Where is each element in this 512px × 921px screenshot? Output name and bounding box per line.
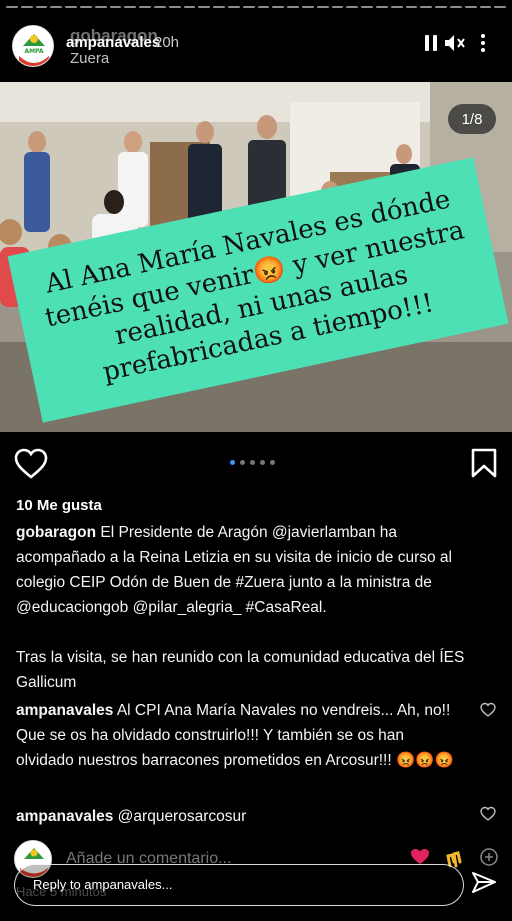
add-emoji-icon[interactable] [480,848,498,871]
comment-like-icon[interactable] [480,806,496,822]
send-icon[interactable] [470,870,498,898]
heart-icon[interactable] [14,448,48,480]
carousel-dot [270,460,275,465]
story-username[interactable]: ampanavales [66,34,160,51]
progress-segment [35,6,48,8]
post-actions [0,446,512,482]
progress-segment [316,6,329,8]
progress-segment [405,6,418,8]
caption-text-2: Tras la visita, se han reunido con la co… [16,649,465,691]
image-counter-badge: 1/8 [448,104,496,134]
comment-item: ampanavales @arquerosarcosur [16,804,456,829]
comment-text: @arquerosarcosur [113,808,247,825]
progress-segment [94,6,107,8]
post-caption: gobaragon El Presidente de Aragón @javie… [16,520,486,695]
progress-segment [301,6,314,8]
progress-segment [20,6,33,8]
more-options-icon[interactable] [472,32,494,54]
progress-segment [109,6,122,8]
ampa-logo-icon: AMPA [13,26,53,66]
progress-segment [479,6,492,8]
carousel-dots [230,460,275,465]
progress-segment [287,6,299,8]
progress-segment [124,6,137,8]
progress-segment [390,6,403,8]
mute-icon[interactable] [444,32,466,54]
ghost-location: Zuera [70,50,110,67]
progress-segment [346,6,359,8]
comment-username[interactable]: ampanavales [16,808,113,825]
like-count[interactable]: 10 Me gusta [16,497,102,514]
progress-segment [153,6,166,8]
progress-segment [50,6,63,8]
progress-segment [375,6,388,8]
progress-segment [361,6,373,8]
progress-segment [168,6,181,8]
progress-segment [6,6,18,8]
progress-segment [139,6,151,8]
progress-segment [272,6,285,8]
progress-segment [79,6,92,8]
caption-username[interactable]: gobaragon [16,524,96,541]
progress-segment [227,6,240,8]
progress-segment [183,6,196,8]
progress-segment [65,6,77,8]
svg-text:AMPA: AMPA [24,48,43,55]
story-time: 20h [154,34,180,51]
progress-segment [435,6,447,8]
reply-placeholder: Reply to ampanavales... [33,877,173,892]
progress-segment [257,6,270,8]
reply-input[interactable]: Reply to ampanavales... [14,864,464,906]
comment-like-icon[interactable] [480,702,496,718]
story-avatar[interactable]: AMPA [12,25,54,67]
progress-segment [420,6,433,8]
carousel-dot [260,460,265,465]
progress-segment [198,6,211,8]
bookmark-icon[interactable] [470,448,498,478]
pause-icon[interactable] [420,32,442,54]
carousel-dot [240,460,245,465]
progress-segment [494,6,507,8]
progress-segment [331,6,344,8]
progress-segment [464,6,477,8]
progress-segment [449,6,462,8]
comment-username[interactable]: ampanavales [16,702,113,719]
carousel-dot [250,460,255,465]
story-progress-bar [6,6,507,9]
progress-segment [242,6,255,8]
progress-segment [213,6,225,8]
story-header: AMPA gobaragon Zuera ampanavales 20h [12,22,500,72]
carousel-dot [230,460,235,465]
comment-item: ampanavales Al CPI Ana María Navales no … [16,698,456,773]
